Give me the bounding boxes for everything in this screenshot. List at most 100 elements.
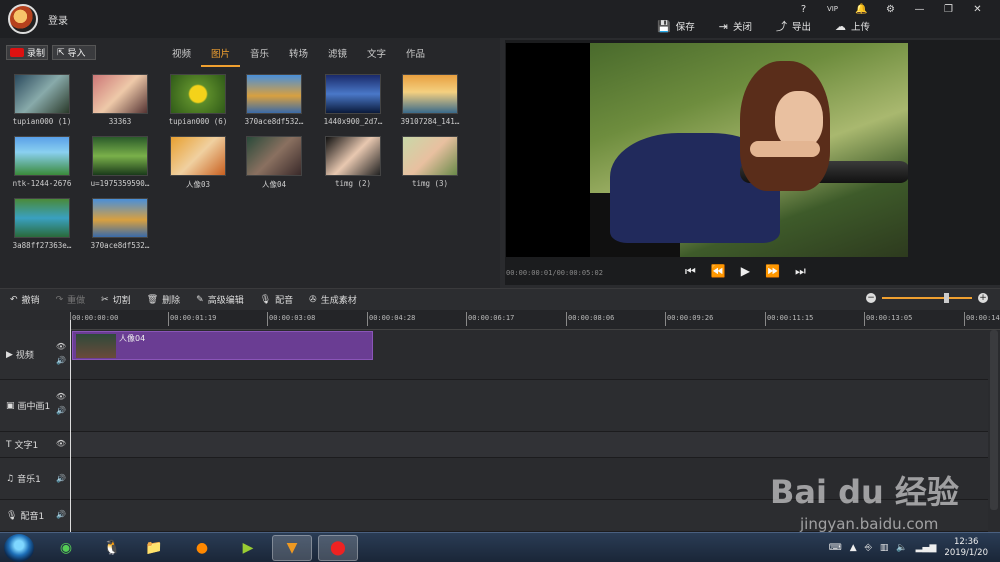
eye-icon[interactable]: 👁 (56, 437, 66, 451)
advanced-edit-button[interactable]: ✎ 高级编辑 (196, 293, 244, 307)
taskbar-app-media[interactable]: ▶ (228, 535, 268, 561)
tab-works[interactable]: 作品 (396, 46, 435, 67)
taskbar-app-qq[interactable]: 🐧 (92, 535, 132, 561)
trash-icon: 🗑 (146, 294, 159, 305)
play-button[interactable]: ▶ (741, 264, 750, 279)
scissors-icon: ✂ (101, 294, 109, 305)
media-caption: timg (2) (334, 179, 372, 188)
track-dub[interactable]: 🎙 配音1 🔊 (0, 500, 70, 532)
playhead[interactable] (70, 320, 71, 532)
thumbnail-image (14, 198, 70, 238)
volume-icon[interactable]: 🔊 (56, 354, 66, 368)
watermark-brand: Bai du 经验 (770, 473, 959, 511)
track-toggles: 👁 (56, 437, 66, 451)
generate-label: 生成素材 (320, 296, 357, 306)
thumbnail-image (402, 136, 458, 176)
close-project-button[interactable]: ⇥ 关闭 (719, 18, 752, 34)
import-button[interactable]: ⇱ 导入 (52, 45, 96, 60)
media-item[interactable]: 人像04 (238, 136, 310, 190)
track-pip[interactable]: ▣ 画中画1 👁 🔊 (0, 380, 70, 432)
tab-filter[interactable]: 滤镜 (318, 46, 357, 67)
app-logo-icon[interactable] (8, 4, 38, 34)
next-frame-button[interactable]: ⏩ (765, 264, 780, 279)
taskbar-app-editor[interactable]: ▼ (272, 535, 312, 561)
login-link[interactable]: 登录 (48, 12, 68, 27)
start-button[interactable] (4, 534, 34, 562)
record-label: 录制 (27, 49, 46, 59)
bell-icon[interactable]: 🔔 (847, 1, 876, 17)
media-item[interactable]: tupian000 (6) (162, 74, 234, 126)
media-caption: 370ace8df532… (90, 241, 150, 250)
volume-icon[interactable]: 🔊 (56, 472, 66, 486)
media-item[interactable]: u=1975359590… (84, 136, 156, 188)
media-caption: ntk-1244-2676 (12, 179, 72, 188)
firefox-icon: ● (195, 540, 209, 556)
minimize-button[interactable]: — (905, 1, 934, 17)
maximize-button[interactable]: ❐ (934, 1, 963, 17)
tab-images[interactable]: 图片 (201, 46, 240, 67)
eye-icon[interactable]: 👁 (56, 340, 66, 354)
track-text[interactable]: T 文字1 👁 (0, 432, 70, 458)
import-icon: ⇱ (57, 47, 65, 58)
media-item[interactable]: 370ace8df532… (238, 74, 310, 126)
delete-button[interactable]: 🗑 删除 (146, 293, 181, 307)
help-icon[interactable]: ? (789, 1, 818, 17)
record-button[interactable]: 录制 (6, 45, 48, 60)
dub-button[interactable]: 🎙 配音 (260, 293, 293, 307)
media-item[interactable]: 3a88ff27363e… (6, 198, 78, 250)
zoom-out-button[interactable]: − (866, 293, 876, 303)
generate-material-button[interactable]: ✇ 生成素材 (309, 293, 357, 307)
delete-label: 删除 (162, 296, 181, 306)
track-label: 配音1 (20, 512, 45, 522)
vip-icon[interactable]: VIP (818, 1, 847, 17)
taskbar-app-browser[interactable]: ◉ (46, 535, 86, 561)
save-button[interactable]: 💾 保存 (657, 18, 695, 34)
media-item[interactable]: 39107284_141… (394, 74, 466, 126)
track-video[interactable]: ▶ 视频 👁 🔊 (0, 330, 70, 380)
prev-frame-button[interactable]: ⏪ (711, 264, 726, 279)
redo-button[interactable]: ↷ 重做 (56, 293, 86, 307)
cut-button[interactable]: ✂ 切割 (101, 293, 131, 307)
media-caption: 人像03 (185, 180, 211, 189)
track-music[interactable]: ♫ 音乐1 🔊 (0, 458, 70, 500)
volume-icon[interactable]: 🔊 (56, 404, 66, 418)
media-caption: tupian000 (6) (168, 117, 228, 126)
preview-screen[interactable] (506, 43, 908, 257)
skip-start-button[interactable]: ⏮ (685, 264, 696, 279)
timeline-clip[interactable]: 人像04 (72, 331, 373, 360)
tab-transition[interactable]: 转场 (279, 46, 318, 67)
media-item[interactable]: 1440x900_2d7… (317, 74, 389, 126)
timeline-scrollbar[interactable] (990, 330, 998, 510)
import-label: 导入 (67, 49, 86, 59)
media-item[interactable]: 33363 (84, 74, 156, 126)
skip-end-button[interactable]: ⏭ (795, 264, 806, 279)
media-caption: timg (3) (411, 179, 449, 188)
media-item[interactable]: tupian000 (1) (6, 74, 78, 126)
media-item[interactable]: timg (2) (317, 136, 389, 188)
volume-icon[interactable]: 🔊 (56, 508, 66, 522)
upload-button[interactable]: ☁ 上传 (835, 18, 870, 34)
time-ruler[interactable]: 00:00:00:00 00:00:01:19 00:00:03:08 00:0… (69, 310, 1000, 330)
media-item[interactable]: 370ace8df532… (84, 198, 156, 250)
zoom-slider[interactable] (882, 293, 972, 303)
tab-text[interactable]: 文字 (357, 46, 396, 67)
thumbnail-image (170, 136, 226, 176)
undo-button[interactable]: ↶ 撤销 (10, 293, 40, 307)
gear-icon[interactable]: ⚙ (876, 1, 905, 17)
taskbar-app-firefox[interactable]: ● (182, 535, 222, 561)
zoom-in-button[interactable]: + (978, 293, 988, 303)
export-button[interactable]: ⤴ 导出 (776, 18, 811, 34)
eye-icon[interactable]: 👁 (56, 390, 66, 404)
media-item[interactable]: 人像03 (162, 136, 234, 190)
tab-video[interactable]: 视频 (162, 46, 201, 67)
zoom-slider-handle[interactable] (944, 293, 949, 303)
media-item[interactable]: timg (3) (394, 136, 466, 188)
ruler-tick: 00:00:09:26 (664, 312, 714, 326)
taskbar-app-explorer[interactable]: 📁 (134, 535, 174, 561)
media-item[interactable]: ntk-1244-2676 (6, 136, 78, 188)
tab-music[interactable]: 音乐 (240, 46, 279, 67)
close-window-button[interactable]: ✕ (963, 1, 992, 17)
pip-track-area[interactable] (70, 380, 988, 432)
thumbnail-image (92, 136, 148, 176)
taskbar-app-recorder[interactable]: ⬤ (318, 535, 358, 561)
